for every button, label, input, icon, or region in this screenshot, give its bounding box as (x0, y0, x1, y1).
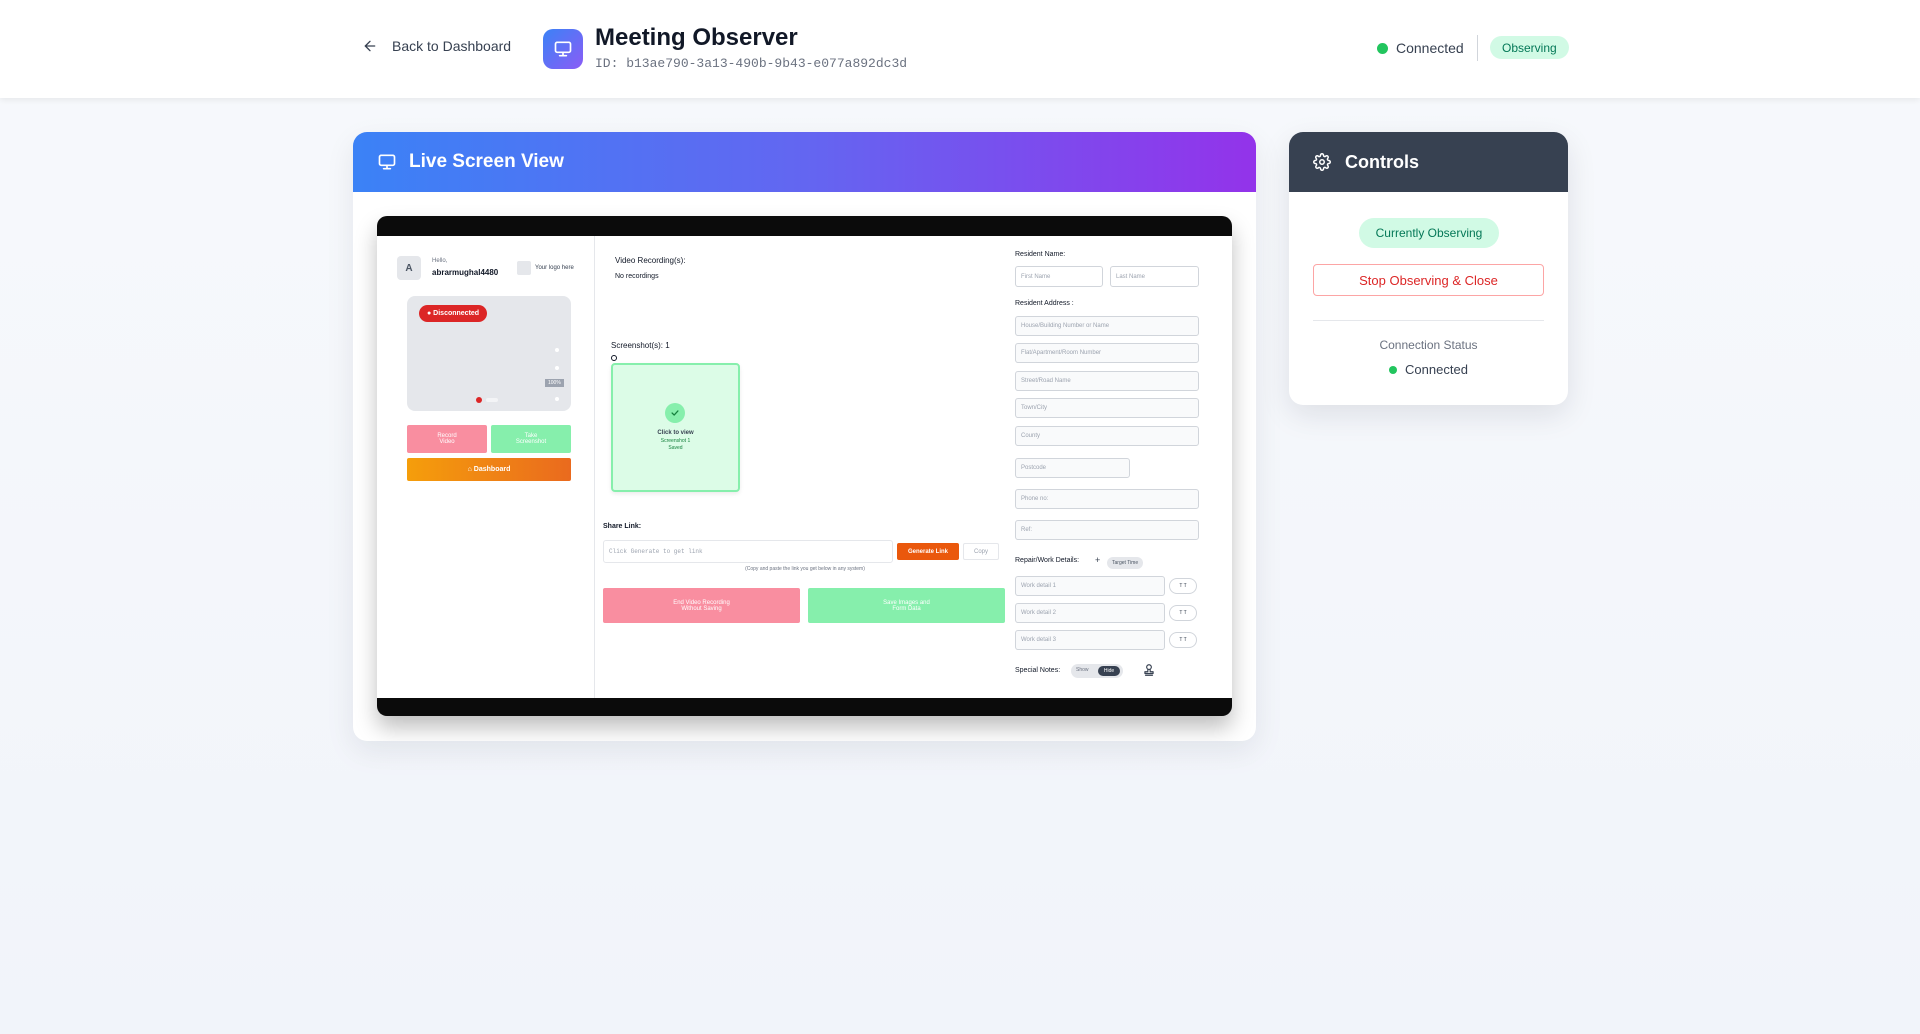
shared-screen: A Hello, abrarmughal4480 Your logo here … (377, 236, 1232, 698)
monitor-icon (378, 154, 396, 170)
repair-details-label: Repair/Work Details: (1015, 557, 1080, 564)
logo-placeholder-label: Your logo here (535, 265, 574, 271)
screenshots-label: Screenshot(s): 1 (611, 341, 670, 350)
controls-card: Controls Currently Observing Stop Observ… (1289, 132, 1568, 405)
street-input[interactable]: Street/Road Name (1015, 371, 1199, 391)
shared-screen-frame: A Hello, abrarmughal4480 Your logo here … (377, 216, 1232, 716)
observing-badge: Observing (1490, 36, 1569, 59)
take-screenshot-button[interactable]: Take Screenshot (491, 425, 571, 453)
mini-main: Video Recording(s): No recordings Screen… (595, 236, 1015, 698)
county-input[interactable]: County (1015, 426, 1199, 446)
video-recordings-label: Video Recording(s): (615, 256, 686, 265)
control-dot (555, 366, 559, 370)
connection-status: Connected (1377, 40, 1464, 56)
last-name-input[interactable]: Last Name (1110, 266, 1199, 287)
copy-button[interactable]: Copy (963, 543, 999, 560)
controls-divider (1313, 320, 1544, 321)
back-to-dashboard-button[interactable]: Back to Dashboard (362, 38, 511, 54)
show-option: Show (1076, 667, 1089, 673)
work-detail-2-input[interactable]: Work detail 2 (1015, 603, 1165, 623)
live-screen-header: Live Screen View (353, 132, 1256, 192)
slider-handle (486, 398, 498, 402)
back-to-dashboard-label: Back to Dashboard (392, 38, 512, 54)
stamp-icon[interactable] (1142, 663, 1156, 682)
status-dot-icon (1377, 42, 1388, 54)
control-dot (555, 348, 559, 352)
phone-input[interactable]: Phone no: (1015, 489, 1199, 509)
meeting-id: ID: b13ae790-3a13-490b-9b43-e077a892dc3d (595, 56, 908, 71)
ref-input[interactable]: Ref: (1015, 520, 1199, 540)
record-dot-icon (476, 397, 482, 403)
tt-dropdown[interactable]: T T (1169, 605, 1197, 621)
save-images-button[interactable]: Save Images and Form Data (808, 588, 1005, 623)
arrow-left-icon (364, 40, 376, 52)
saved-label: Saved (668, 445, 683, 451)
copy-hint: (Copy and paste the link you get below i… (745, 566, 865, 572)
top-header: Back to Dashboard Meeting Observer ID: b… (0, 0, 1920, 98)
resident-address-label: Resident Address : (1015, 300, 1074, 307)
work-detail-3-input[interactable]: Work detail 3 (1015, 630, 1165, 650)
monitor-icon (543, 29, 583, 69)
control-dot (555, 397, 559, 401)
click-to-view-label: Click to view (657, 430, 694, 436)
video-preview: ● Disconnected 100% (407, 296, 571, 411)
hello-label: Hello, (432, 258, 448, 264)
tt-dropdown[interactable]: T T (1169, 578, 1197, 594)
postcode-input[interactable]: Postcode (1015, 458, 1130, 478)
avatar: A (397, 256, 421, 280)
mini-sidebar: A Hello, abrarmughal4480 Your logo here … (377, 236, 595, 698)
controls-title: Controls (1345, 151, 1419, 172)
disconnected-badge: ● Disconnected (419, 305, 488, 322)
connection-status-value: Connected (1289, 362, 1568, 377)
special-notes-label: Special Notes: (1015, 667, 1061, 674)
house-input[interactable]: House/Building Number or Name (1015, 316, 1199, 336)
logo-placeholder-icon (517, 261, 531, 275)
page-title: Meeting Observer (595, 24, 798, 51)
town-input[interactable]: Town/City (1015, 398, 1199, 418)
tt-dropdown[interactable]: T T (1169, 632, 1197, 648)
zoom-indicator: 100% (545, 379, 564, 387)
radio-icon (611, 355, 617, 361)
target-time-badge[interactable]: Target Time (1107, 557, 1144, 569)
mini-form: Resident Name: First Name Last Name Resi… (1015, 236, 1232, 698)
add-detail-button[interactable]: + (1095, 555, 1100, 565)
work-detail-1-input[interactable]: Work detail 1 (1015, 576, 1165, 596)
generate-link-button[interactable]: Generate Link (897, 543, 959, 560)
check-icon (665, 403, 685, 423)
hide-option: Hide (1098, 666, 1120, 676)
header-divider (1477, 35, 1478, 61)
share-link-input[interactable]: Click Generate to get link (603, 540, 893, 563)
status-dot-icon (1389, 365, 1398, 374)
username: abrarmughal4480 (432, 268, 499, 277)
record-video-button[interactable]: Record Video (407, 425, 487, 453)
no-recordings-text: No recordings (615, 273, 659, 280)
live-screen-title: Live Screen View (409, 151, 564, 172)
gear-icon (1313, 153, 1331, 171)
connection-status-heading: Connection Status (1379, 338, 1478, 352)
controls-header: Controls (1289, 132, 1568, 192)
share-link-label: Share Link: (603, 523, 642, 530)
end-video-button[interactable]: End Video Recording Without Saving (603, 588, 800, 623)
show-hide-toggle[interactable]: Show Hide (1071, 664, 1123, 678)
resident-name-label: Resident Name: (1015, 251, 1066, 258)
dashboard-button[interactable]: ⌂ Dashboard (407, 458, 571, 481)
screenshot-thumbnail[interactable]: Click to view Screenshot 1 Saved (611, 363, 740, 492)
live-screen-card: Live Screen View A Hello, abrarmughal448… (353, 132, 1256, 741)
connection-status-text: Connected (1405, 362, 1468, 377)
first-name-input[interactable]: First Name (1015, 266, 1103, 287)
screenshot-sub-label: Screenshot 1 (660, 438, 691, 444)
stop-observing-button[interactable]: Stop Observing & Close (1313, 264, 1544, 296)
currently-observing-badge: Currently Observing (1359, 218, 1499, 248)
connection-status-label: Connected (1396, 40, 1464, 56)
flat-input[interactable]: Flat/Apartment/Room Number (1015, 343, 1199, 363)
